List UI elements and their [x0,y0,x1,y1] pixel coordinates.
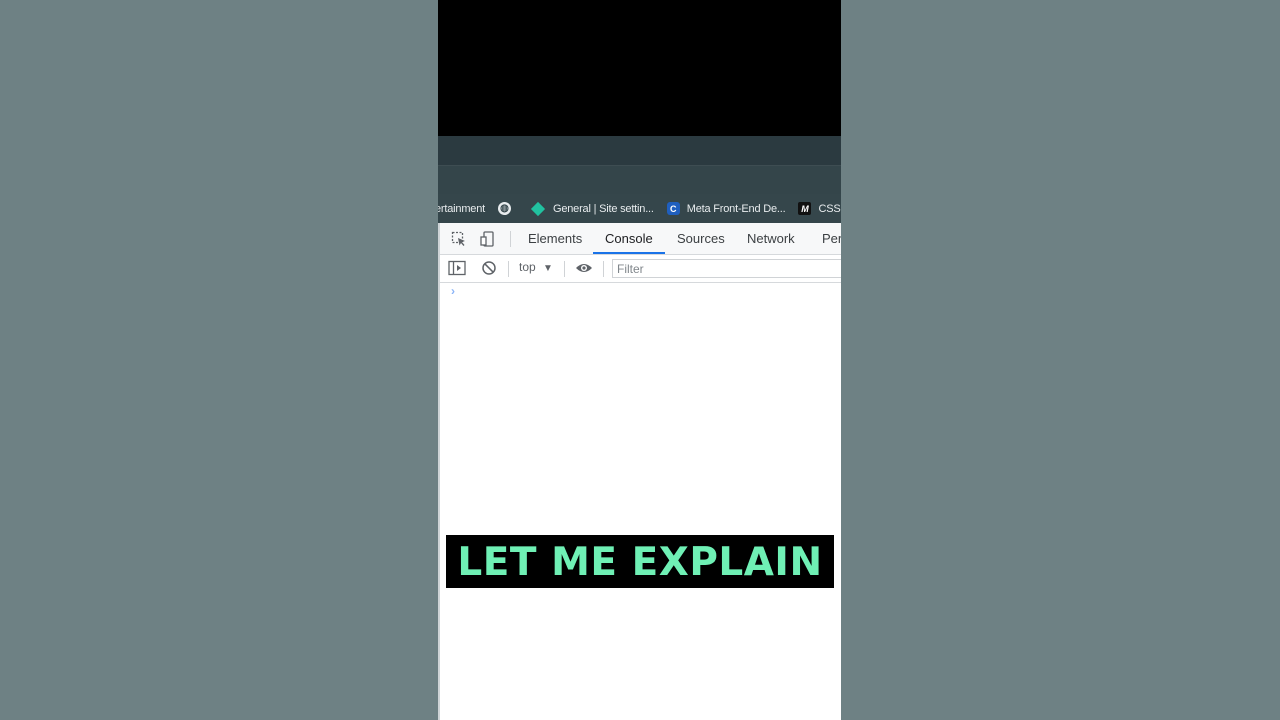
live-expression-eye-icon[interactable] [575,259,593,277]
context-label: top [519,260,536,274]
browser-tab-strip [438,136,841,166]
bookmark-label: ertainment [438,202,485,215]
bookmark-label: CSS Co [818,202,841,215]
sidebar-toggle-icon[interactable] [448,259,466,277]
caption-banner: LET ME EXPLAIN [446,535,834,588]
bookmark-globe[interactable]: ◍ [497,202,518,215]
video-frame: ertainment ◍ General | Site settin... C … [438,0,841,720]
tab-sources[interactable]: Sources [677,223,725,254]
tab-separator [510,231,511,247]
toolbar-separator [508,261,509,277]
browser-address-bar [438,166,841,194]
devtools-panel: Elements Console Sources Network Per top… [438,223,841,720]
bookmark-label: General | Site settin... [552,202,654,215]
tab-network[interactable]: Network [747,223,795,254]
console-prompt[interactable]: › [451,284,455,298]
globe-icon: ◍ [497,202,511,215]
context-selector[interactable]: top ▼ [519,260,553,274]
dropdown-arrow-icon: ▼ [543,263,553,274]
console-toolbar: top ▼ Filter [440,255,841,283]
tab-elements[interactable]: Elements [528,223,582,254]
bookmarks-bar: ertainment ◍ General | Site settin... C … [438,194,841,223]
caption-text: LET ME EXPLAIN [457,540,823,585]
bookmark-entertainment[interactable]: ertainment [438,203,485,215]
clear-console-icon[interactable] [480,259,498,277]
bookmark-label: Meta Front-End De... [686,202,786,215]
m-logo-icon: M [798,202,812,215]
c-logo-icon: C [666,202,680,215]
inspect-element-icon[interactable] [450,230,468,248]
devtools-tab-bar: Elements Console Sources Network Per [440,223,841,255]
bookmark-meta-front-end[interactable]: C Meta Front-End De... [666,202,786,215]
tab-performance[interactable]: Per [822,223,841,254]
video-black-area [438,0,841,136]
tab-console[interactable]: Console [605,223,653,254]
device-toggle-icon[interactable] [479,230,497,248]
bookmark-general-site-settings[interactable]: General | Site settin... [530,201,654,216]
toolbar-separator [564,261,565,277]
diamond-icon [530,201,546,216]
bookmark-css[interactable]: M CSS Co [798,202,841,215]
filter-input[interactable]: Filter [612,259,841,278]
toolbar-separator [603,261,604,277]
active-tab-indicator [593,252,665,254]
